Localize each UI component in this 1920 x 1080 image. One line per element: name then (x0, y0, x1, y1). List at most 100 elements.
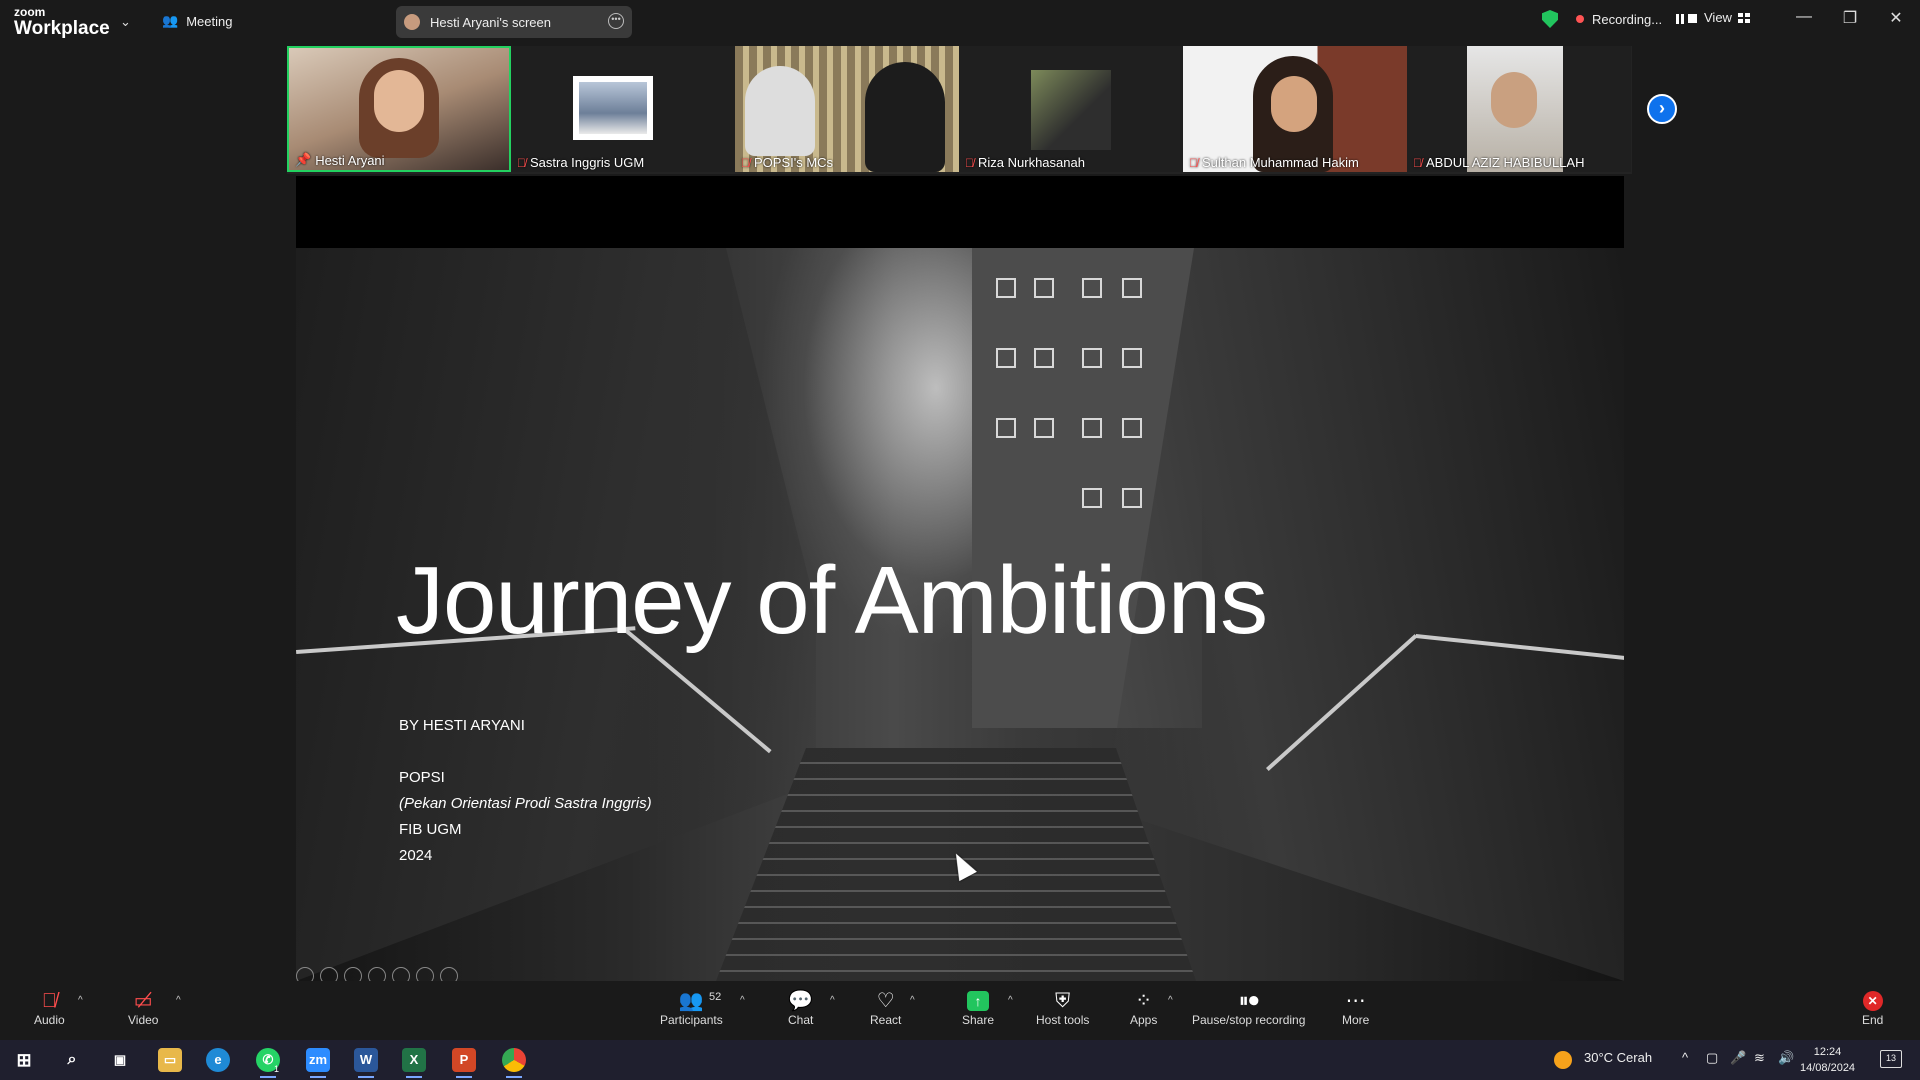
slides-icon[interactable] (368, 967, 386, 981)
host-tools-button[interactable]: ⛨ Host tools (1036, 989, 1089, 1027)
audio-label: Audio (34, 1013, 65, 1027)
pause-stop-recording-button[interactable]: ⏸⏺ Pause/stop recording (1192, 989, 1305, 1027)
participant-name: 🎙̸ Riza Nurkhasanah (965, 155, 1085, 170)
excel-icon[interactable]: X (402, 1048, 426, 1078)
stop-recording-icon[interactable] (1688, 14, 1698, 23)
participant-name-text: ABDUL AZIZ HABIBULLAH (1426, 155, 1585, 170)
meet-now-icon[interactable]: ▢ (1706, 1050, 1718, 1066)
presenter-avatar (404, 14, 420, 30)
video-tile[interactable]: 🎙̸ Sulthan Muhammad Hakim (1183, 46, 1407, 172)
pen-icon[interactable] (320, 967, 338, 981)
file-explorer-icon[interactable]: ▭ (158, 1048, 182, 1072)
participant-face (374, 70, 424, 132)
chrome-icon[interactable] (502, 1048, 526, 1078)
video-off-icon: ▭̸ (133, 990, 153, 1012)
video-tile[interactable]: 🎙̸ ABDUL AZIZ HABIBULLAH (1407, 46, 1631, 172)
video-tile[interactable]: 🎙̸ POPSI's MCs (735, 46, 959, 172)
apps-button[interactable]: ⁘ Apps (1130, 989, 1157, 1027)
system-clock[interactable]: 12:24 14/08/2024 (1800, 1044, 1855, 1076)
slide-line-subtitle: (Pekan Orientasi Prodi Sastra Inggris) (399, 795, 652, 812)
more-icon: ⋯ (1345, 990, 1366, 1012)
recording-label: Recording... (1592, 11, 1663, 27)
apps-label: Apps (1130, 1013, 1158, 1027)
word-icon[interactable]: W (354, 1048, 378, 1078)
meeting-label: Meeting (186, 13, 233, 29)
apps-caret-icon[interactable]: ^ (1168, 995, 1173, 1006)
chat-icon: 💬 (788, 990, 814, 1012)
audio-options-caret-icon[interactable]: ^ (78, 995, 83, 1006)
mic-muted-icon: 🎙̸ (41, 990, 57, 1012)
video-options-caret-icon[interactable]: ^ (176, 995, 181, 1006)
end-button[interactable]: ✕ End (1862, 989, 1883, 1027)
shield-icon[interactable] (1542, 10, 1558, 28)
participants-caret-icon[interactable]: ^ (740, 995, 745, 1006)
chat-button[interactable]: 💬 Chat (788, 989, 813, 1027)
microphone-icon[interactable]: 🎤 (1730, 1050, 1746, 1066)
participant-name: 🎙̸ ABDUL AZIZ HABIBULLAH (1413, 155, 1584, 170)
windows-start-icon[interactable]: ⊞ (12, 1048, 36, 1072)
mic-muted-icon: 🎙̸ (965, 155, 974, 170)
camera-icon[interactable] (392, 967, 410, 981)
participant-face (1491, 72, 1537, 128)
pointer-icon[interactable] (344, 967, 362, 981)
mic-muted-icon: 🎙̸ (1413, 155, 1422, 170)
minimize-icon[interactable]: — (1784, 8, 1824, 26)
participant-name-text: Sulthan Muhammad Hakim (1202, 155, 1359, 170)
more-icon[interactable] (416, 967, 434, 981)
pin-icon: 📌 (295, 152, 312, 167)
edge-icon[interactable]: e (206, 1048, 230, 1072)
slide-control-toolbar (296, 967, 536, 981)
search-icon[interactable]: ⌕ (60, 1048, 84, 1072)
mic-muted-icon: 🎙̸ (517, 155, 526, 170)
next-slide-icon[interactable] (440, 967, 458, 981)
participant-face (1271, 76, 1317, 132)
zoom-workplace-logo[interactable]: zoom Workplace (14, 6, 110, 38)
powerpoint-icon[interactable]: P (452, 1048, 476, 1078)
video-tile[interactable]: 🎙̸ Riza Nurkhasanah (959, 46, 1183, 172)
participant-name: 🎙̸ Sulthan Muhammad Hakim (1189, 155, 1359, 170)
share-caret-icon[interactable]: ^ (1008, 995, 1013, 1006)
slide-byline: BY HESTI ARYANI (399, 717, 525, 734)
video-tile[interactable]: 🎙̸ Sastra Inggris UGM (511, 46, 735, 172)
volume-icon[interactable]: 🔊 (1778, 1050, 1794, 1066)
participant-avatar (573, 76, 653, 140)
wifi-icon[interactable]: ≋ (1754, 1050, 1765, 1066)
participant-avatar (1031, 70, 1111, 150)
video-strip: 📌 Hesti Aryani 🎙̸ Sastra Inggris UGM 🎙̸ … (287, 46, 1632, 174)
show-hidden-icons-icon[interactable]: ^ (1682, 1050, 1688, 1065)
task-view-icon[interactable]: ▣ (108, 1048, 132, 1072)
brand-small: zoom (14, 5, 46, 19)
screen-share-tab[interactable]: Hesti Aryani's screen ••• (396, 6, 632, 38)
pause-recording-icon[interactable] (1676, 14, 1685, 24)
pause-stop-label: Pause/stop recording (1192, 1013, 1306, 1027)
windows-taskbar: ⊞ ⌕ ▣ ▭ e ✆ 1 zm W X P 30°C Cerah ^ ▢ 🎤 … (0, 1040, 1920, 1080)
heart-icon: ♡ (876, 990, 895, 1012)
react-label: React (870, 1013, 902, 1027)
meeting-menu[interactable]: 👥 Meeting (162, 13, 232, 29)
video-tile[interactable]: 📌 Hesti Aryani (287, 46, 511, 172)
video-button[interactable]: ▭̸ Video (128, 989, 158, 1027)
more-button[interactable]: ⋯ More (1342, 989, 1369, 1027)
chat-caret-icon[interactable]: ^ (830, 995, 835, 1006)
prev-slide-icon[interactable] (296, 967, 314, 981)
whatsapp-badge: 1 (274, 1064, 280, 1074)
slide-title: Journey of Ambitions (396, 547, 1268, 654)
end-call-icon: ✕ (1862, 991, 1883, 1011)
chevron-right-icon[interactable]: › (1647, 94, 1677, 124)
weather-text[interactable]: 30°C Cerah (1584, 1050, 1652, 1065)
share-button[interactable]: ↑ Share (962, 989, 994, 1027)
chat-label: Chat (788, 1013, 814, 1027)
react-caret-icon[interactable]: ^ (910, 995, 915, 1006)
zoom-icon[interactable]: zm (306, 1048, 330, 1078)
view-button[interactable]: View (1704, 10, 1750, 25)
meeting-toolbar: 🎙̸ Audio ^ ▭̸ Video ^ 👥 Participants 52 … (0, 981, 1920, 1040)
restore-icon[interactable]: ❐ (1830, 8, 1870, 28)
notification-center-icon[interactable]: 13 (1880, 1050, 1902, 1068)
more-options-icon[interactable]: ••• (608, 13, 624, 29)
screen-tab-label: Hesti Aryani's screen (430, 14, 551, 30)
chevron-down-icon[interactable]: ⌄ (120, 14, 131, 30)
close-icon[interactable]: ✕ (1876, 8, 1916, 28)
react-button[interactable]: ♡ React (870, 989, 901, 1027)
audio-button[interactable]: 🎙̸ Audio (34, 989, 65, 1027)
view-label: View (1704, 10, 1732, 25)
